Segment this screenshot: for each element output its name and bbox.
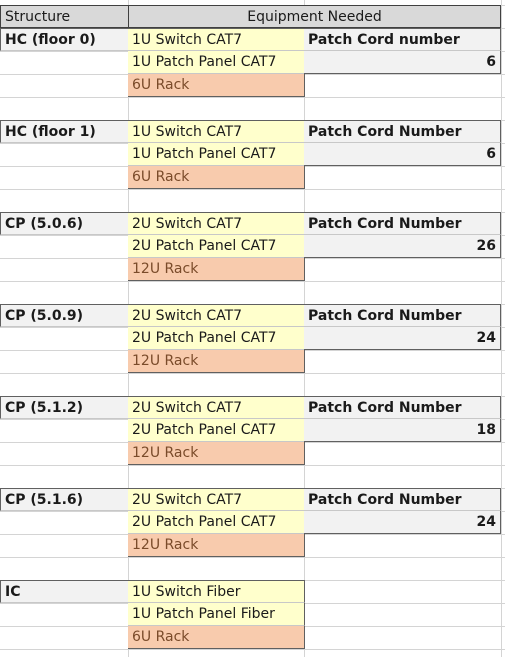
patch-panel-cell[interactable]: 1U Patch Panel CAT7: [128, 143, 305, 166]
header-structure[interactable]: Structure: [0, 5, 129, 28]
gridline: [0, 373, 505, 374]
rack-cell[interactable]: 12U Rack: [128, 350, 305, 373]
switch-cell[interactable]: 2U Switch CAT7: [128, 212, 305, 235]
gridline: [0, 465, 505, 466]
patch-cord-label[interactable]: Patch Cord Number: [304, 120, 501, 143]
patch-panel-cell[interactable]: 2U Patch Panel CAT7: [128, 235, 305, 258]
structure-label[interactable]: CP (5.0.6): [0, 212, 129, 235]
patch-cord-count[interactable]: 24: [304, 511, 501, 534]
gridline: [0, 649, 505, 650]
header-equipment-needed[interactable]: Equipment Needed: [128, 5, 501, 28]
rack-cell[interactable]: 6U Rack: [128, 74, 305, 97]
structure-label[interactable]: CP (5.1.6): [0, 488, 129, 511]
patch-cord-count[interactable]: 6: [304, 143, 501, 166]
patch-cord-count[interactable]: 18: [304, 419, 501, 442]
switch-cell[interactable]: 2U Switch CAT7: [128, 488, 305, 511]
gridline: [0, 97, 505, 98]
patch-panel-cell[interactable]: 1U Patch Panel Fiber: [128, 603, 305, 626]
rack-cell[interactable]: 6U Rack: [128, 626, 305, 649]
gridline: [0, 189, 505, 190]
patch-cord-count[interactable]: 26: [304, 235, 501, 258]
switch-cell[interactable]: 2U Switch CAT7: [128, 304, 305, 327]
patch-cord-label[interactable]: Patch Cord Number: [304, 488, 501, 511]
gridline: [0, 281, 505, 282]
structure-label[interactable]: IC: [0, 580, 129, 603]
patch-cord-count[interactable]: 24: [304, 327, 501, 350]
rack-cell[interactable]: 12U Rack: [128, 534, 305, 557]
rack-cell[interactable]: 12U Rack: [128, 442, 305, 465]
structure-label[interactable]: CP (5.0.9): [0, 304, 129, 327]
patch-cord-label[interactable]: Patch Cord Number: [304, 304, 501, 327]
spreadsheet: Structure Equipment Needed HC (floor 0) 1…: [0, 0, 505, 657]
structure-label[interactable]: HC (floor 1): [0, 120, 129, 143]
patch-panel-cell[interactable]: 2U Patch Panel CAT7: [128, 327, 305, 350]
column-gridline: [501, 0, 502, 657]
switch-cell[interactable]: 1U Switch CAT7: [128, 28, 305, 51]
switch-cell[interactable]: 2U Switch CAT7: [128, 396, 305, 419]
patch-cord-label[interactable]: Patch Cord Number: [304, 396, 501, 419]
patch-cord-count[interactable]: 6: [304, 51, 501, 74]
gridline: [0, 557, 505, 558]
structure-label[interactable]: HC (floor 0): [0, 28, 129, 51]
rack-cell[interactable]: 12U Rack: [128, 258, 305, 281]
patch-cord-label[interactable]: Patch Cord number: [304, 28, 501, 51]
switch-cell[interactable]: 1U Switch Fiber: [128, 580, 305, 603]
patch-cord-label[interactable]: Patch Cord Number: [304, 212, 501, 235]
rack-cell[interactable]: 6U Rack: [128, 166, 305, 189]
patch-panel-cell[interactable]: 2U Patch Panel CAT7: [128, 419, 305, 442]
structure-label[interactable]: CP (5.1.2): [0, 396, 129, 419]
patch-panel-cell[interactable]: 2U Patch Panel CAT7: [128, 511, 305, 534]
patch-panel-cell[interactable]: 1U Patch Panel CAT7: [128, 51, 305, 74]
switch-cell[interactable]: 1U Switch CAT7: [128, 120, 305, 143]
